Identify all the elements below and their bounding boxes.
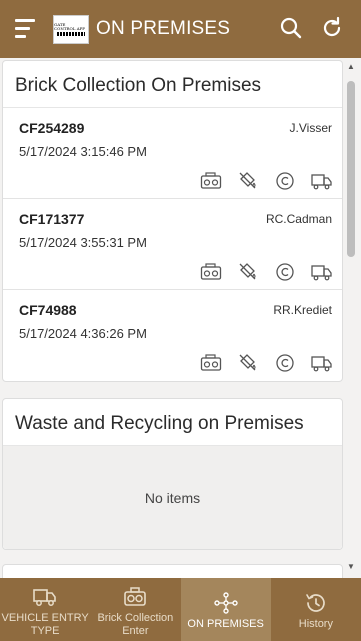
bottom-nav: VEHICLE ENTRY TYPE Brick Collection Enter… [0,578,361,641]
brick-section-title: Brick Collection On Premises [3,61,342,108]
camera-icon[interactable] [199,171,223,191]
paint-bucket-icon[interactable] [236,353,260,373]
camera-icon[interactable] [199,262,223,282]
page-title: ON PREMISES [96,18,231,39]
content-area[interactable]: Brick Collection On Premises CF254289 J.V… [0,58,361,578]
brick-list: CF254289 J.Visser 5/17/2024 3:15:46 PM CF17… [3,108,342,381]
paint-bucket-icon[interactable] [236,262,260,282]
menu-icon[interactable] [15,19,37,39]
item-user: J.Visser [289,121,332,135]
truck-icon[interactable] [310,353,334,373]
nav-label: ON PREMISES [187,618,264,630]
scrollbar[interactable]: ▲ ▼ [345,58,359,578]
item-user: RR.Krediet [273,303,332,317]
item-id: CF74988 [19,302,77,318]
truck-icon[interactable] [310,171,334,191]
item-datetime: 5/17/2024 4:36:26 PM [19,326,147,341]
nav-label: VEHICLE ENTRY TYPE [1,612,89,637]
item-actions [199,353,334,373]
list-item[interactable]: CF74988 RR.Krediet 5/17/2024 4:36:26 PM [3,290,342,381]
item-actions [199,171,334,191]
item-id: CF171377 [19,211,85,227]
network-icon [213,592,238,614]
logo-text: GATE CONTROL APP [54,22,85,31]
paint-bucket-icon[interactable] [236,171,260,191]
brick-collection-icon [123,586,147,608]
scroll-down-icon[interactable]: ▼ [347,562,355,571]
item-user: RC.Cadman [265,212,332,226]
truck-icon[interactable] [310,262,334,282]
nav-item-brick-collection[interactable]: Brick Collection Enter [90,578,180,641]
history-icon [304,592,328,614]
list-item[interactable]: CF254289 J.Visser 5/17/2024 3:15:46 PM [3,108,342,199]
item-actions [199,262,334,282]
nav-item-history[interactable]: History [271,578,361,641]
truck-icon [33,586,57,608]
nav-label: Brick Collection Enter [97,612,174,637]
brick-collection-card: Brick Collection On Premises CF254289 J.V… [2,60,343,382]
camera-icon[interactable] [199,353,223,373]
logo-barcode [57,32,85,36]
refresh-icon[interactable] [320,16,344,40]
app-logo: GATE CONTROL APP [53,15,89,44]
copyright-icon[interactable] [273,262,297,282]
copyright-icon[interactable] [273,171,297,191]
scrollbar-thumb[interactable] [347,81,355,257]
item-id: CF254289 [19,120,85,136]
waste-section-title: Waste and Recycling on Premises [3,399,342,446]
nav-item-network[interactable]: ON PREMISES [180,578,271,641]
waste-recycling-card: Waste and Recycling on Premises No items [2,398,343,550]
copyright-icon[interactable] [273,353,297,373]
empty-state: No items [3,446,342,549]
scroll-up-icon[interactable]: ▲ [347,62,355,71]
list-item[interactable]: CF171377 RC.Cadman 5/17/2024 3:55:31 PM [3,199,342,290]
nav-item-truck[interactable]: VEHICLE ENTRY TYPE [0,578,90,641]
search-icon[interactable] [279,16,303,40]
next-card [2,564,343,578]
nav-label: History [298,618,333,630]
item-datetime: 5/17/2024 3:55:31 PM [19,235,147,250]
app-header: GATE CONTROL APP ON PREMISES [0,0,361,58]
item-datetime: 5/17/2024 3:15:46 PM [19,144,147,159]
